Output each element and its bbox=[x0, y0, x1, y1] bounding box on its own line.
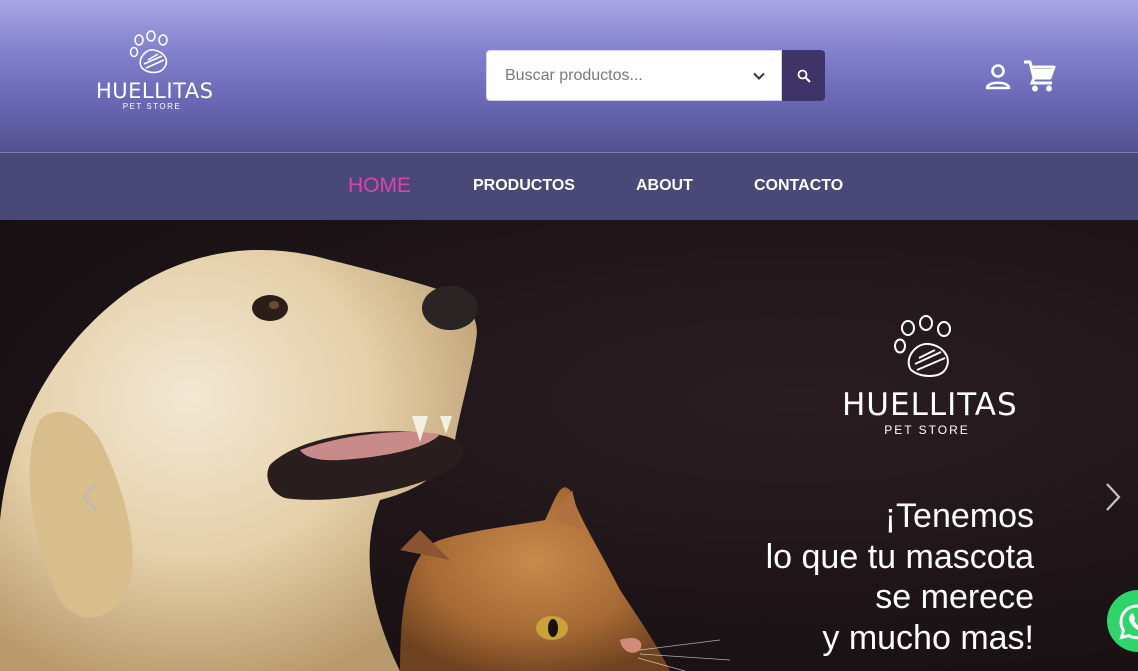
hero-logo: HUELLITAS PET STORE bbox=[842, 314, 1018, 438]
search-input[interactable]: Buscar productos... bbox=[486, 50, 782, 101]
hero-tagline: ¡Tenemos lo que tu mascota se merece y m… bbox=[766, 496, 1034, 658]
logo-name: HUELLITAS bbox=[96, 79, 214, 103]
tagline-line: ¡Tenemos bbox=[884, 497, 1034, 535]
nav-item-productos[interactable]: PRODUCTOS bbox=[473, 153, 575, 221]
main-navigation: HOME PRODUCTOS ABOUT CONTACTO bbox=[0, 152, 1138, 220]
cart-icon[interactable] bbox=[1022, 59, 1058, 93]
paw-icon bbox=[894, 315, 951, 377]
tagline-line: se merece bbox=[875, 578, 1034, 616]
search-button[interactable] bbox=[782, 50, 825, 101]
user-icon[interactable] bbox=[983, 62, 1013, 92]
hero-carousel: HUELLITAS PET STORE ¡Tenemos lo que tu m… bbox=[0, 220, 1138, 671]
nav-item-contacto[interactable]: CONTACTO bbox=[754, 153, 843, 221]
site-logo[interactable]: HUELLITAS PET STORE bbox=[96, 30, 214, 122]
hero-logo-subtitle: PET STORE bbox=[884, 423, 970, 437]
site-header: HUELLITAS PET STORE Buscar productos... bbox=[0, 0, 1138, 152]
nav-item-home[interactable]: HOME bbox=[348, 153, 411, 221]
search-bar: Buscar productos... bbox=[486, 50, 825, 101]
paw-icon bbox=[129, 30, 168, 74]
chevron-right-icon[interactable] bbox=[1103, 482, 1123, 512]
search-icon bbox=[797, 69, 811, 83]
tagline-line: lo que tu mascota bbox=[765, 537, 1034, 576]
whatsapp-icon bbox=[1119, 604, 1138, 640]
nav-item-about[interactable]: ABOUT bbox=[636, 153, 693, 221]
logo-subtitle: PET STORE bbox=[122, 102, 182, 111]
chevron-left-icon[interactable] bbox=[80, 482, 100, 512]
hero-logo-name: HUELLITAS bbox=[842, 387, 1018, 423]
chevron-down-icon[interactable] bbox=[751, 68, 767, 84]
search-placeholder: Buscar productos... bbox=[505, 66, 643, 84]
tagline-line: y mucho mas! bbox=[822, 618, 1034, 657]
